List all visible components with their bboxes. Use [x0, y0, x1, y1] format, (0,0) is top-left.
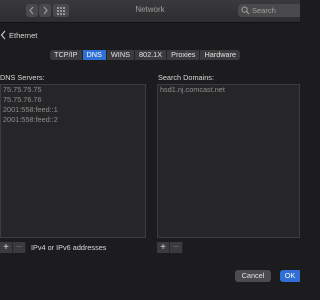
list-item[interactable]: 75.75.75.75	[1, 85, 145, 95]
add-domain-button[interactable]: +	[157, 242, 170, 253]
ok-button[interactable]: OK	[280, 270, 300, 282]
domains-add-remove: + −	[157, 242, 183, 253]
title-bar: Network Search	[0, 0, 300, 23]
list-item[interactable]: 2001:558:feed::2	[1, 115, 145, 125]
dns-servers-label: DNS Servers:	[0, 73, 45, 82]
search-domains-label: Search Domains:	[158, 73, 214, 82]
tab-8021x[interactable]: 802.1X	[134, 50, 168, 60]
tab-tcpip[interactable]: TCP/IP	[50, 50, 83, 60]
tab-bar: TCP/IP DNS WINS 802.1X Proxies Hardware	[50, 50, 241, 60]
breadcrumb-label: Ethernet	[9, 31, 38, 40]
add-dns-button[interactable]: +	[0, 242, 13, 253]
remove-dns-button[interactable]: −	[13, 242, 26, 253]
list-item[interactable]: hsd1.nj.comcast.net	[158, 85, 299, 95]
tab-hardware[interactable]: Hardware	[200, 50, 241, 60]
search-field[interactable]: Search	[238, 4, 300, 17]
search-domains-list[interactable]: hsd1.nj.comcast.net	[157, 84, 300, 238]
list-item[interactable]: 75.75.76.76	[1, 95, 145, 105]
dns-hint: IPv4 or IPv6 addresses	[31, 243, 107, 252]
dns-add-remove: + −	[0, 242, 26, 253]
magnifier-icon	[241, 6, 250, 15]
tab-wins[interactable]: WINS	[106, 50, 135, 60]
list-item[interactable]: 2001:558:feed::1	[1, 105, 145, 115]
chevron-left-icon	[0, 30, 6, 40]
remove-domain-button[interactable]: −	[170, 242, 183, 253]
tab-proxies[interactable]: Proxies	[167, 50, 201, 60]
search-placeholder: Search	[252, 6, 276, 15]
dns-servers-list[interactable]: 75.75.75.75 75.75.76.76 2001:558:feed::1…	[0, 84, 146, 238]
cancel-button[interactable]: Cancel	[235, 270, 271, 282]
tab-dns[interactable]: DNS	[82, 50, 107, 60]
